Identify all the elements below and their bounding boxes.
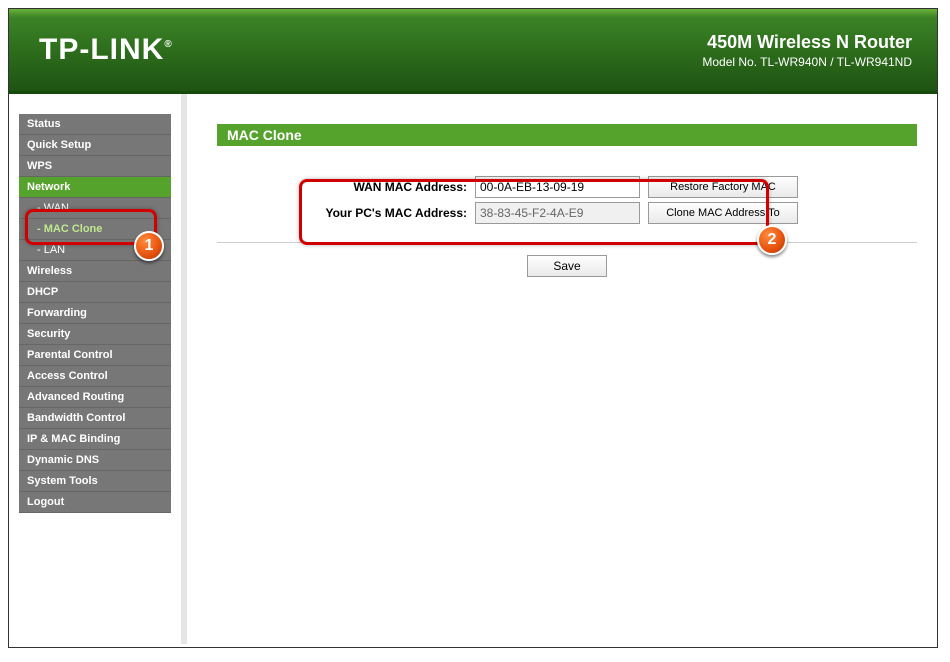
sidebar-item-system-tools[interactable]: System Tools (19, 471, 171, 492)
annotation-badge-2: 2 (757, 225, 787, 255)
sidebar-item-forwarding[interactable]: Forwarding (19, 303, 171, 324)
sidebar-nav: StatusQuick SetupWPSNetwork- WAN- MAC Cl… (9, 94, 181, 644)
divider (181, 94, 187, 644)
restore-factory-mac-button[interactable]: Restore Factory MAC (648, 176, 798, 198)
sidebar-item-parental-control[interactable]: Parental Control (19, 345, 171, 366)
sidebar-item-wireless[interactable]: Wireless (19, 261, 171, 282)
wan-mac-label: WAN MAC Address: (287, 180, 467, 194)
sidebar-item-dynamic-dns[interactable]: Dynamic DNS (19, 450, 171, 471)
wan-mac-input[interactable] (475, 176, 640, 198)
sidebar-item-logout[interactable]: Logout (19, 492, 171, 513)
page-title: MAC Clone (217, 124, 917, 146)
model-info: 450M Wireless N Router Model No. TL-WR94… (702, 32, 912, 69)
save-button[interactable]: Save (527, 255, 607, 277)
sidebar-sub--wan[interactable]: - WAN (19, 198, 171, 219)
clone-mac-button[interactable]: Clone MAC Address To (648, 202, 798, 224)
annotation-badge-1: 1 (134, 231, 164, 261)
sidebar-item-bandwidth-control[interactable]: Bandwidth Control (19, 408, 171, 429)
sidebar-item-ip-mac-binding[interactable]: IP & MAC Binding (19, 429, 171, 450)
sidebar-item-status[interactable]: Status (19, 114, 171, 135)
separator (217, 242, 917, 243)
model-number: Model No. TL-WR940N / TL-WR941ND (702, 55, 912, 69)
sidebar-item-quick-setup[interactable]: Quick Setup (19, 135, 171, 156)
sidebar-item-dhcp[interactable]: DHCP (19, 282, 171, 303)
pc-mac-input[interactable] (475, 202, 640, 224)
main-panel: MAC Clone WAN MAC Address: Restore Facto… (197, 94, 937, 644)
sidebar-item-security[interactable]: Security (19, 324, 171, 345)
sidebar-item-advanced-routing[interactable]: Advanced Routing (19, 387, 171, 408)
pc-mac-label: Your PC's MAC Address: (287, 206, 467, 220)
product-line: 450M Wireless N Router (702, 32, 912, 53)
page-header: TP-LINK® 450M Wireless N Router Model No… (9, 9, 937, 94)
sidebar-item-access-control[interactable]: Access Control (19, 366, 171, 387)
sidebar-item-wps[interactable]: WPS (19, 156, 171, 177)
brand-logo: TP-LINK® (39, 33, 173, 67)
sidebar-item-network[interactable]: Network (19, 177, 171, 198)
